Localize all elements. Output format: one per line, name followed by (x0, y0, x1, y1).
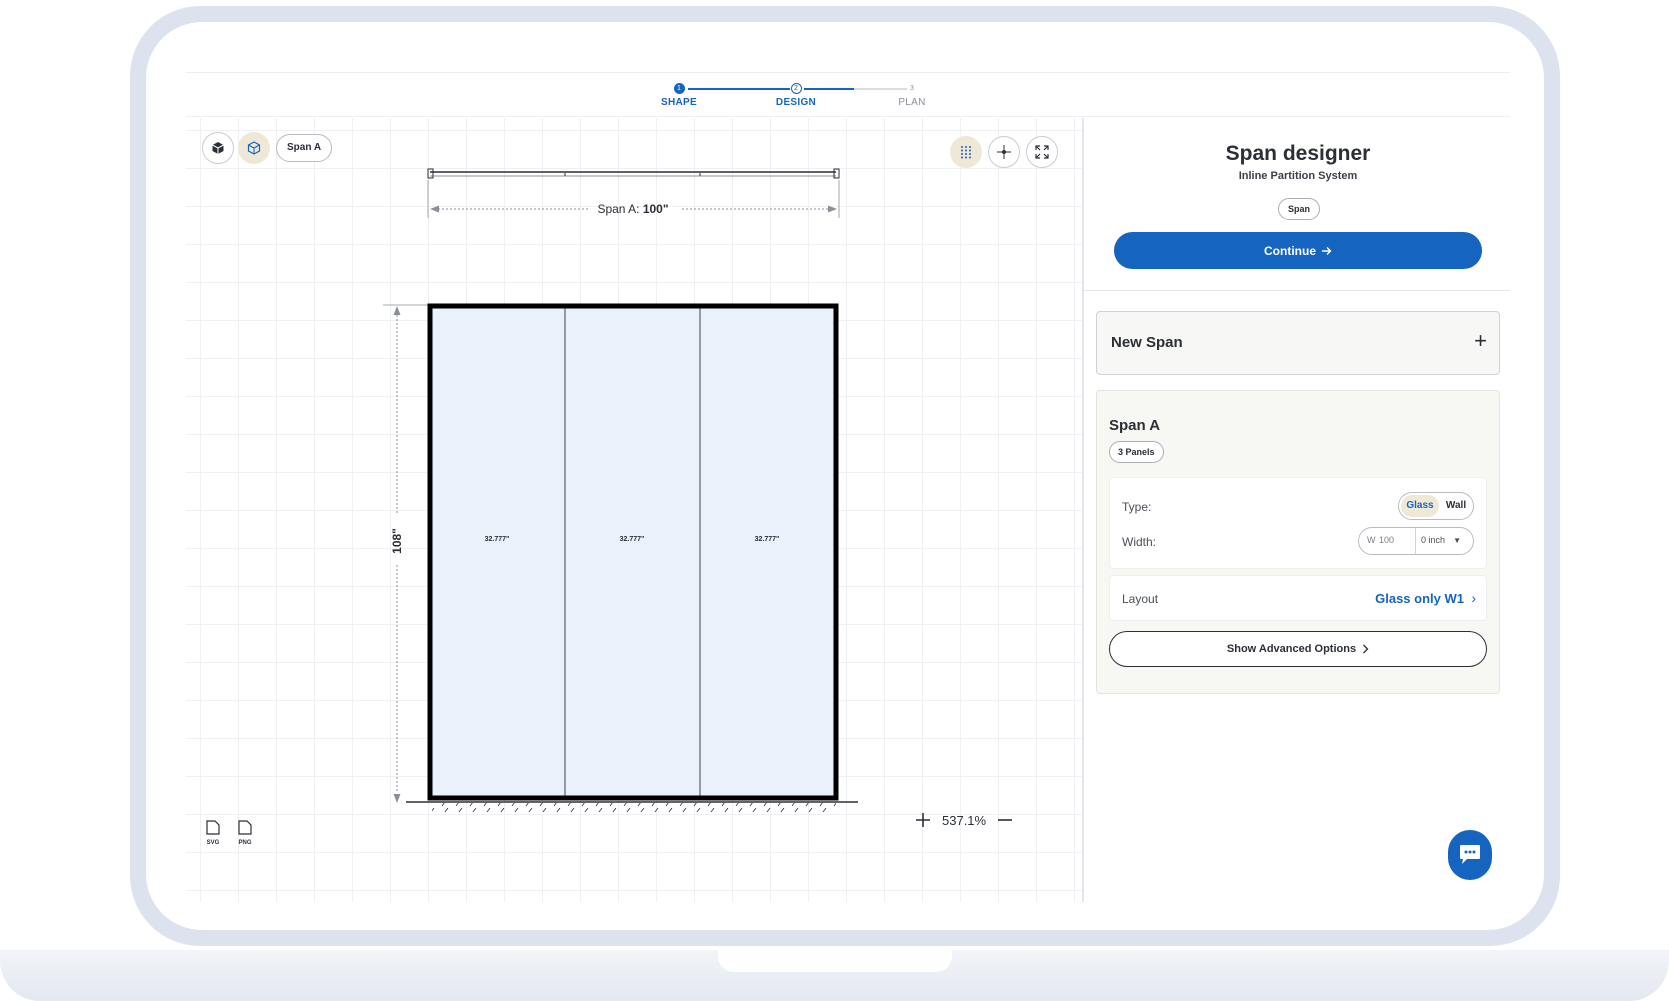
height-dimension: 108" (383, 304, 430, 803)
plus-icon (916, 813, 930, 827)
chat-support-button[interactable] (1448, 830, 1492, 880)
file-icon (206, 820, 220, 835)
continue-button[interactable]: Continue (1114, 232, 1482, 269)
span-dimension-value: 100" (643, 202, 669, 216)
layout-label: Layout (1122, 592, 1159, 606)
zoom-controls: 537.1% (912, 806, 1016, 834)
width-input[interactable]: W 100 0 inch ▼ (1358, 527, 1474, 555)
advanced-options-label: Show Advanced Options (1226, 643, 1357, 655)
sidebar-subtitle: Inline Partition System (1238, 170, 1358, 182)
show-advanced-options-button[interactable]: Show Advanced Options (1109, 631, 1487, 667)
span-drawing: Span A: 100" 108" 32.777" 32.777" 32.777… (383, 168, 858, 812)
span-properties: Type: Glass Wall Width: W 100 0 inch ▼ (1109, 477, 1487, 569)
svg-text:Span A: 100": Span A: 100" (597, 202, 668, 216)
span-name: Span A (1109, 417, 1161, 434)
arrow-right-icon (1322, 246, 1332, 255)
zoom-out-button[interactable] (994, 809, 1016, 831)
plus-icon: + (1474, 328, 1487, 353)
layout-value-link[interactable]: Glass only W1 (1375, 591, 1464, 606)
type-toggle: Glass Wall (1398, 492, 1474, 520)
top-rail (427, 168, 840, 179)
step-shape[interactable]: 1 SHAPE (639, 83, 719, 108)
width-unit-select[interactable]: 0 inch (1421, 535, 1445, 545)
minus-icon (998, 819, 1013, 821)
step-design[interactable]: 2 DESIGN (756, 83, 836, 108)
new-span-button[interactable]: New Span + (1096, 311, 1500, 375)
chevron-down-icon: ▼ (1453, 536, 1461, 545)
continue-label: Continue (1264, 243, 1316, 258)
app-screen: 1 SHAPE 2 DESIGN 3 PLAN Span A Span A: 1… (186, 72, 1510, 902)
chevron-right-icon (1363, 644, 1369, 654)
type-option-glass[interactable]: Glass (1401, 495, 1439, 517)
span-width-dimension: Span A: 100" (427, 180, 840, 218)
panel-width-label: 32.777" (485, 536, 510, 543)
divider (1084, 290, 1510, 291)
export-format-label: SVG (206, 840, 220, 846)
file-icon (238, 820, 252, 835)
step-plan[interactable]: 3 PLAN (872, 83, 952, 108)
step-number: 2 (790, 83, 802, 94)
step-number: 1 (673, 83, 685, 94)
width-value[interactable]: 100 (1379, 535, 1394, 545)
export-svg-button[interactable]: SVG (202, 820, 224, 846)
new-span-label: New Span (1111, 334, 1183, 351)
laptop-notch (718, 950, 952, 972)
panel-width-label: 32.777" (755, 536, 780, 543)
panel-width-label: 32.777" (620, 536, 645, 543)
glass-area (430, 306, 836, 798)
span-card: Span A 3 Panels Type: Glass Wall Width: … (1096, 390, 1500, 694)
type-option-wall[interactable]: Wall (1441, 495, 1471, 517)
separator (1415, 528, 1416, 554)
width-label: Width: (1122, 535, 1157, 549)
step-label: DESIGN (775, 97, 817, 108)
span-designer-sidebar: Span designer Inline Partition System Sp… (1082, 118, 1510, 902)
step-label: PLAN (898, 97, 926, 108)
span-dimension-prefix: Span A: (597, 202, 642, 216)
design-canvas[interactable]: Span A Span A: 100" 108" 32.777" 32.777"… (186, 118, 1082, 902)
zoom-level: 537.1% (942, 812, 987, 828)
export-png-button[interactable]: PNG (234, 820, 256, 846)
height-dimension-label: 108" (390, 528, 404, 554)
zoom-in-button[interactable] (912, 809, 934, 831)
type-label: Type: (1122, 500, 1152, 514)
layout-row[interactable]: Layout Glass only W1 › (1109, 575, 1487, 621)
export-format-label: PNG (238, 840, 252, 846)
panels-badge: 3 Panels (1109, 441, 1164, 463)
step-label: SHAPE (661, 97, 697, 108)
floor-line (406, 801, 858, 812)
sidebar-title: Span designer (1225, 142, 1371, 165)
width-prefix: W (1367, 535, 1376, 545)
span-tag: Span (1278, 198, 1321, 220)
progress-stepper: 1 SHAPE 2 DESIGN 3 PLAN (186, 73, 1510, 117)
step-number: 3 (906, 83, 918, 94)
chevron-right-icon: › (1471, 590, 1476, 606)
chat-bubble-icon (1460, 845, 1480, 864)
